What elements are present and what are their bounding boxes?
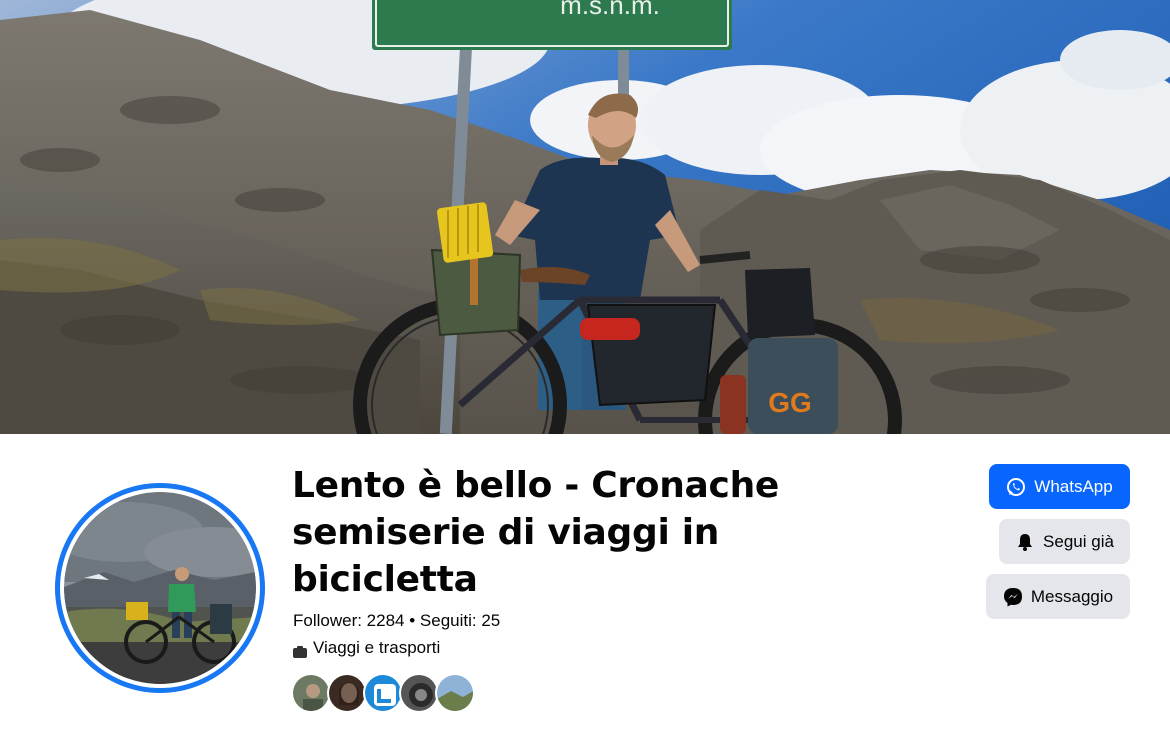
profile-avatar[interactable]	[55, 483, 265, 693]
follower-avatar[interactable]	[435, 673, 475, 713]
page-category: Viaggi e trasporti	[293, 637, 440, 659]
page-title: Lento è bello - Cronache semiserie di vi…	[292, 465, 780, 600]
pannier-logo: GG	[768, 387, 812, 418]
follow-button[interactable]: Segui già	[999, 519, 1130, 564]
bell-icon	[1015, 532, 1035, 552]
follower-avatar[interactable]	[291, 673, 331, 713]
whatsapp-button[interactable]: WhatsApp	[989, 464, 1130, 509]
follower-avatar[interactable]	[399, 673, 439, 713]
category-icon	[293, 642, 307, 658]
sign-text: m.s.n.m.	[560, 0, 660, 20]
follower-stats[interactable]: Follower: 2284 • Seguiti: 25	[293, 610, 500, 632]
whatsapp-icon	[1006, 477, 1026, 497]
messenger-icon	[1003, 587, 1023, 607]
whatsapp-label: WhatsApp	[1034, 476, 1113, 496]
follower-avatar[interactable]	[327, 673, 367, 713]
message-button[interactable]: Messaggio	[986, 574, 1130, 619]
category-label: Viaggi e trasporti	[313, 638, 441, 657]
cover-photo[interactable]: m.s.n.m. GG	[0, 0, 1170, 434]
follow-label: Segui già	[1043, 531, 1114, 551]
follower-avatar[interactable]	[363, 673, 403, 713]
message-label: Messaggio	[1030, 586, 1114, 606]
avatar-image	[64, 492, 256, 684]
follower-avatars[interactable]	[291, 673, 475, 713]
